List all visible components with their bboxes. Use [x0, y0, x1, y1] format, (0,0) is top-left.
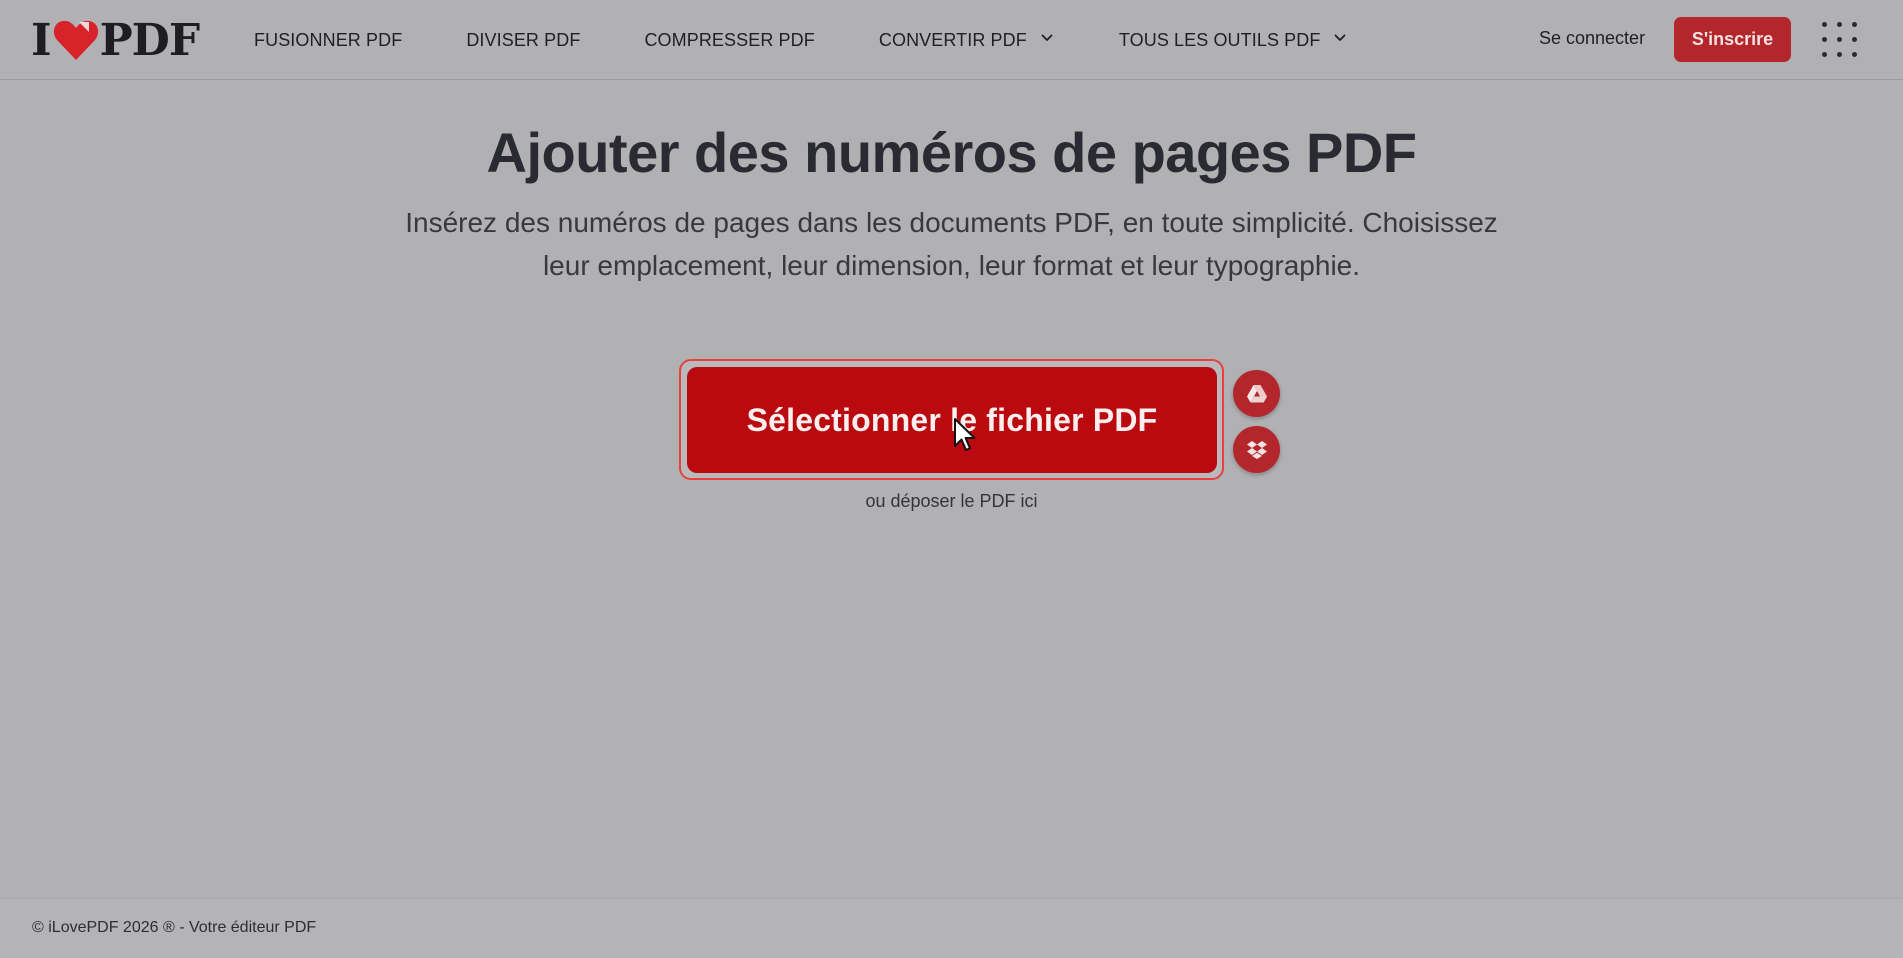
nav-convert-pdf-dropdown[interactable]: CONVERTIR PDF — [879, 30, 1053, 51]
nav-convert-label: CONVERTIR PDF — [878, 29, 1027, 50]
logo-letter-i: I — [31, 14, 52, 66]
ilovepdf-logo[interactable]: I PDF — [31, 14, 200, 66]
select-pdf-file-button[interactable]: Sélectionner le fichier PDF — [687, 367, 1217, 473]
drop-file-hint: ou déposer le PDF ici — [865, 491, 1038, 511]
dropbox-icon — [1246, 440, 1268, 460]
page-footer: © iLovePDF 2026 ® - Votre éditeur PDF — [0, 898, 1903, 958]
google-drive-icon — [1246, 384, 1268, 404]
dropbox-button[interactable] — [1233, 426, 1280, 473]
footer-copyright: © iLovePDF 2026 ® - Votre éditeur PDF — [32, 919, 317, 936]
main-nav: FUSIONNER PDF DIVISER PDF COMPRESSER PDF… — [254, 0, 1346, 80]
chevron-down-icon — [1334, 32, 1346, 44]
page-title: Ajouter des numéros de pages PDF — [486, 121, 1417, 184]
apps-grid-icon[interactable] — [1822, 22, 1858, 58]
nav-all-tools-dropdown[interactable]: TOUS LES OUTILS PDF — [1119, 30, 1347, 51]
nav-split-label: DIVISER PDF — [466, 29, 581, 50]
top-navbar: I PDF FUSIONNER PDF DIVISER PDF COMPRESS… — [0, 0, 1903, 80]
nav-compress-label: COMPRESSER PDF — [644, 29, 815, 50]
signup-button[interactable]: S'inscrire — [1674, 17, 1791, 62]
login-link[interactable]: Se connecter — [1539, 28, 1645, 49]
nav-merge-label: FUSIONNER PDF — [254, 29, 403, 50]
google-drive-button[interactable] — [1233, 370, 1280, 417]
heart-icon — [53, 18, 99, 62]
page-subtitle: Insérez des numéros de pages dans les do… — [405, 207, 1498, 281]
logo-text-pdf: PDF — [99, 14, 200, 66]
chevron-down-icon — [1041, 32, 1053, 44]
nav-merge-pdf[interactable]: FUSIONNER PDF — [254, 30, 402, 51]
nav-split-pdf[interactable]: DIVISER PDF — [466, 30, 580, 51]
nav-compress-pdf[interactable]: COMPRESSER PDF — [644, 30, 814, 51]
nav-all-tools-label: TOUS LES OUTILS PDF — [1118, 29, 1321, 50]
